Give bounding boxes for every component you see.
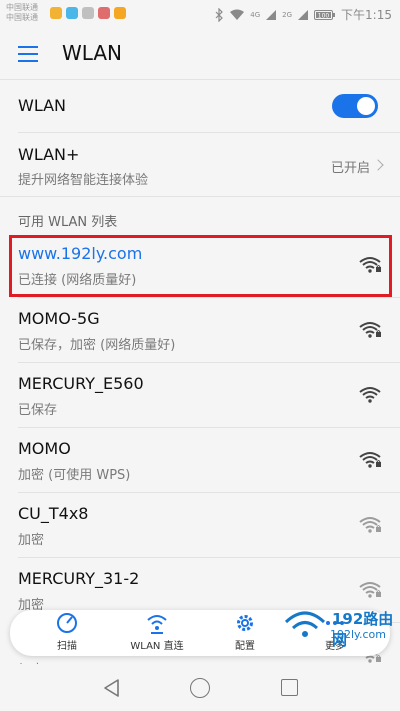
wlan-label: WLAN: [18, 96, 67, 115]
scan-label: 扫描: [57, 641, 77, 652]
wlan-plus-row[interactable]: WLAN+ 提升网络智能连接体验 已开启: [0, 133, 400, 195]
notification-icons: [50, 7, 126, 19]
section-header: 可用 WLAN 列表: [18, 215, 118, 230]
connected-network-highlight: [9, 235, 392, 297]
signal-icon-2: [298, 9, 309, 20]
watermark-wifi-icon: [284, 611, 326, 637]
wlan-direct-button[interactable]: WLAN 直连: [122, 612, 192, 654]
hamburger-icon[interactable]: [14, 42, 42, 66]
home-icon[interactable]: [190, 678, 210, 698]
carrier-info: 中国联通 中国联通: [6, 3, 38, 23]
watermark: 192路由网 192ly.com: [282, 604, 394, 649]
wlan-plus-status: 已开启: [330, 161, 370, 176]
wlan-toggle-row[interactable]: WLAN: [0, 80, 400, 132]
bluetooth-icon: [215, 7, 224, 22]
wifi-locked-icon: [359, 582, 381, 598]
network-status: 已保存: [18, 403, 58, 418]
wifi-locked-icon: [359, 517, 381, 533]
config-label: 配置: [235, 641, 255, 652]
wifi-locked-icon: [359, 322, 381, 338]
battery-level: 100: [318, 12, 330, 19]
network-status: 加密 (可使用 WPS): [18, 468, 131, 483]
divider: [0, 196, 400, 197]
notification-app-icon: [98, 7, 110, 19]
back-icon[interactable]: [102, 678, 122, 698]
battery-icon: 100: [314, 9, 336, 20]
network-row[interactable]: CU_T4x8 加密: [0, 492, 400, 557]
notification-app-icon: [50, 7, 62, 19]
clock: 下午1:15: [341, 8, 392, 22]
wlan-plus-subtitle: 提升网络智能连接体验: [18, 173, 149, 188]
navigation-bar: [0, 664, 400, 711]
gear-icon: [237, 615, 253, 631]
wlan-direct-label: WLAN 直连: [130, 641, 184, 652]
network-status: 已保存，加密 (网络质量好): [18, 338, 176, 353]
network-row[interactable]: MERCURY_E560 已保存: [0, 362, 400, 427]
scan-button[interactable]: 扫描: [32, 612, 102, 654]
wifi-status-icon: [230, 9, 245, 20]
wifi-locked-icon: [359, 452, 381, 468]
status-bar: 中国联通 中国联通 4G 2G 100 下午1:15: [0, 0, 400, 28]
wifi-icon: [359, 387, 381, 403]
network-row[interactable]: MOMO-5G 已保存，加密 (网络质量好): [0, 297, 400, 362]
network-ssid: MERCURY_31-2: [18, 569, 140, 588]
network-status: 加密: [18, 533, 45, 548]
signal-icon: [266, 9, 277, 20]
chevron-right-icon: [372, 159, 384, 171]
network-ssid: MERCURY_E560: [18, 374, 144, 393]
carrier-1: 中国联通: [6, 3, 38, 12]
carrier-2: 中国联通: [6, 13, 38, 22]
scan-icon: [57, 613, 77, 633]
notification-app-icon: [114, 7, 126, 19]
network-ssid: MOMO: [18, 439, 71, 458]
notification-app-icon: [66, 7, 78, 19]
network-ssid: CU_T4x8: [18, 504, 89, 523]
app-bar: WLAN: [0, 28, 400, 80]
page-title: WLAN: [62, 41, 123, 65]
wlan-direct-icon: [147, 615, 167, 634]
switch-knob: [357, 97, 375, 115]
status-icons: 4G 2G 100 下午1:15: [214, 6, 392, 23]
wlan-switch[interactable]: [332, 94, 378, 118]
wlan-plus-label: WLAN+: [18, 145, 80, 164]
notification-app-icon: [82, 7, 94, 19]
watermark-domain: 192ly.com: [330, 628, 386, 641]
network-row[interactable]: MOMO 加密 (可使用 WPS): [0, 427, 400, 492]
config-button[interactable]: 配置: [210, 612, 280, 654]
network-badge-2: 2G: [282, 10, 293, 19]
recent-apps-icon[interactable]: [281, 679, 298, 696]
network-badge: 4G: [250, 10, 261, 19]
network-ssid: MOMO-5G: [18, 309, 100, 328]
